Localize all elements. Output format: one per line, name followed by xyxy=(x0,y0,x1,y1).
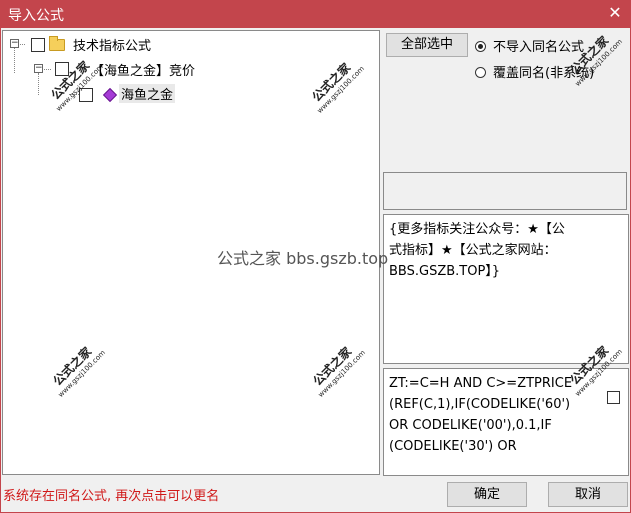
code-text: ZT:=C=H AND C>=ZTPRICE (REF(C,1),IF(CODE… xyxy=(389,376,573,454)
watermark-stamp: 公式之家 www.gszj100.com xyxy=(50,344,107,399)
root-expander-icon[interactable]: − xyxy=(10,39,19,48)
watermark-stamp: 公式之家 www.gszj100.com xyxy=(310,344,367,399)
code-checkbox[interactable] xyxy=(607,391,620,404)
tree-root-label[interactable]: 技术指标公式 xyxy=(73,35,151,54)
tree-group-label[interactable]: 【海鱼之金】竞价 xyxy=(91,60,195,79)
formula-gem-icon xyxy=(102,87,118,103)
description-text: {更多指标关注公众号：★【公 式指标】★【公式之家网站： BBS.GSZB.TO… xyxy=(389,222,565,279)
radio-overwrite-label: 覆盖同名(非系统) xyxy=(493,66,595,81)
window-title: 导入公式 xyxy=(8,8,64,24)
tree-leaf-label[interactable]: 海鱼之金 xyxy=(119,84,176,103)
status-message: 系统存在同名公式, 再次点击可以更名 xyxy=(3,489,220,504)
description-box[interactable]: {更多指标关注公众号：★【公 式指标】★【公式之家网站： BBS.GSZB.TO… xyxy=(383,214,629,364)
code-box[interactable]: ZT:=C=H AND C>=ZTPRICE (REF(C,1),IF(CODE… xyxy=(383,368,629,476)
folder-icon xyxy=(49,36,65,51)
group-expander-icon[interactable]: − xyxy=(34,64,43,73)
radio-overwrite-dot[interactable] xyxy=(475,67,486,78)
watermark-stamp: 公式之家 www.gszj100.com xyxy=(309,60,366,115)
radio-overwrite[interactable]: 覆盖同名(非系统) xyxy=(475,62,594,81)
radio-no-import-dot[interactable] xyxy=(475,41,486,52)
ok-button[interactable]: 确定 xyxy=(447,482,527,507)
info-blank-box xyxy=(383,172,627,210)
group-checkbox[interactable] xyxy=(55,62,69,76)
select-all-button[interactable]: 全部选中 xyxy=(386,33,468,57)
leaf-checkbox[interactable] xyxy=(79,88,93,102)
radio-no-import-label: 不导入同名公式 xyxy=(493,40,585,55)
close-icon[interactable]: ✕ xyxy=(605,3,625,23)
center-watermark-text: 公式之家 bbs.gszb.top xyxy=(217,249,389,268)
title-bar: 导入公式 ✕ xyxy=(0,0,631,28)
radio-no-import[interactable]: 不导入同名公式 xyxy=(475,36,584,55)
cancel-button[interactable]: 取消 xyxy=(548,482,628,507)
root-checkbox[interactable] xyxy=(31,38,45,52)
